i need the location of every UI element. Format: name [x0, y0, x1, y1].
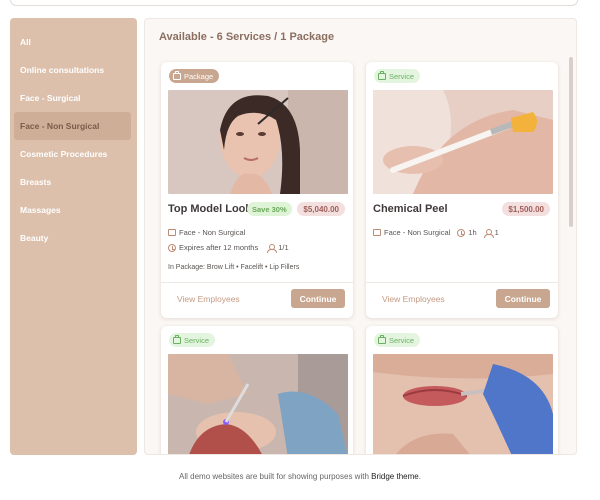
- person-icon: [483, 228, 494, 238]
- continue-button[interactable]: Continue: [291, 289, 345, 308]
- sidebar-item-all[interactable]: All: [14, 28, 131, 56]
- footer-text: All demo websites are built for showing …: [179, 472, 372, 481]
- continue-button[interactable]: Continue: [496, 289, 550, 308]
- facial-treatment-photo: [168, 354, 348, 454]
- service-badge: Service: [374, 333, 421, 347]
- briefcase-icon: [378, 334, 386, 344]
- expires-label: Expires after 12 months: [179, 243, 259, 252]
- clock-icon: [168, 243, 176, 252]
- service-card[interactable]: Service: [366, 326, 558, 454]
- service-badge: Service: [169, 333, 216, 347]
- footer-end: .: [418, 472, 421, 481]
- category-sidebar: All Online consultations Face - Surgical…: [10, 18, 137, 455]
- save-badge: Save 30%: [247, 202, 292, 216]
- woman-brow-brush-photo: [168, 90, 348, 194]
- view-employees-link[interactable]: View Employees: [177, 294, 240, 304]
- service-card-chemical-peel[interactable]: Service Chemical Peel $1,500.00 Face - N…: [366, 62, 558, 318]
- package-card-top-model-look[interactable]: Package Top Model Look Save 30% $5,040.0…: [161, 62, 353, 318]
- top-search-strip: [10, 0, 578, 6]
- panel-scrollbar[interactable]: [569, 57, 573, 227]
- card-divider: [366, 282, 558, 283]
- package-badge-label: Package: [184, 71, 214, 81]
- lip-injection-photo: [373, 354, 553, 454]
- view-employees-link[interactable]: View Employees: [382, 294, 445, 304]
- sidebar-item-cosmetic-procedures[interactable]: Cosmetic Procedures: [14, 140, 131, 168]
- price-badge: $1,500.00: [502, 202, 550, 216]
- category-label: Face - Non Surgical: [384, 228, 451, 237]
- card-divider: [161, 282, 353, 283]
- service-card[interactable]: Service: [161, 326, 353, 454]
- package-badge: Package: [169, 69, 220, 83]
- briefcase-icon: [378, 70, 386, 80]
- service-badge-label: Service: [389, 71, 415, 81]
- footer-brand-link[interactable]: Bridge theme: [371, 472, 419, 481]
- available-heading: Available - 6 Services / 1 Package: [159, 31, 335, 43]
- person-icon: [267, 243, 278, 253]
- sidebar-item-breasts[interactable]: Breasts: [14, 168, 131, 196]
- footer-note: All demo websites are built for showing …: [0, 472, 600, 481]
- sidebar-item-beauty[interactable]: Beauty: [14, 224, 131, 252]
- brush-on-skin-photo: [373, 90, 553, 194]
- duration-label: 1h: [468, 228, 477, 237]
- sidebar-item-massages[interactable]: Massages: [14, 196, 131, 224]
- sidebar-item-online-consultations[interactable]: Online consultations: [14, 56, 131, 84]
- service-badge: Service: [374, 69, 421, 83]
- sidebar-item-face-surgical[interactable]: Face - Surgical: [14, 84, 131, 112]
- package-contents: In Package: Brow Lift • Facelift • Lip F…: [168, 264, 300, 271]
- folder-icon: [373, 229, 381, 236]
- category-label: Face - Non Surgical: [179, 228, 246, 237]
- service-badge-label: Service: [184, 335, 210, 345]
- sidebar-item-face-non-surgical[interactable]: Face - Non Surgical: [14, 112, 131, 140]
- expiry-meta: Expires after 12 months 1/1: [168, 243, 289, 253]
- folder-icon: [168, 229, 176, 236]
- card-title: Chemical Peel: [373, 203, 448, 215]
- service-meta: Face - Non Surgical 1h 1: [373, 228, 499, 238]
- price-badge: $5,040.00: [297, 202, 345, 216]
- briefcase-icon: [173, 334, 181, 344]
- service-badge-label: Service: [389, 335, 415, 345]
- category-meta: Face - Non Surgical: [168, 228, 245, 237]
- capacity-label: 1: [494, 228, 499, 237]
- briefcase-icon: [173, 70, 181, 80]
- services-panel: Available - 6 Services / 1 Package Packa…: [144, 18, 577, 455]
- clock-icon: [457, 228, 466, 237]
- capacity-label: 1/1: [278, 243, 289, 252]
- card-title: Top Model Look: [168, 203, 252, 215]
